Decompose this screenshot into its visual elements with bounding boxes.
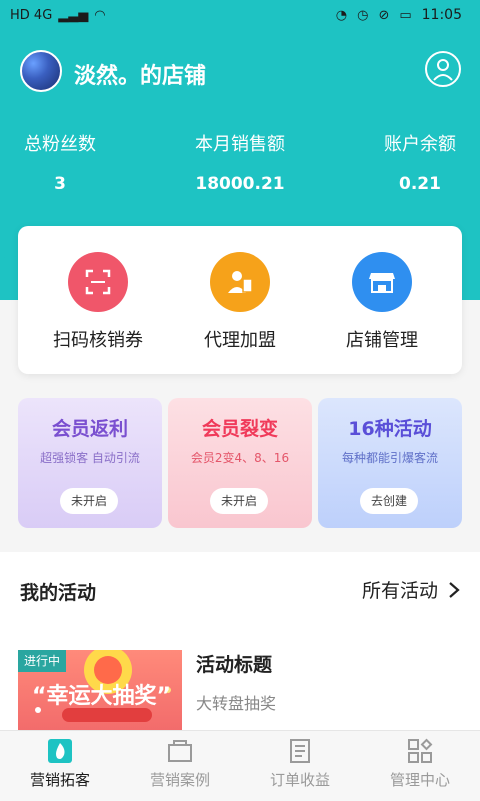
activity-subtitle: 大转盘抽奖 bbox=[196, 694, 277, 713]
tab-label: 管理中心 bbox=[389, 771, 450, 789]
status-time: 11:05 bbox=[421, 7, 462, 23]
tab-label: 营销拓客 bbox=[29, 771, 90, 789]
my-activities-section: 我的活动 所有活动 进行中 “幸运大抽奖” 活动标题 大转盘抽奖 bbox=[0, 552, 480, 732]
tab-marketing[interactable]: 营销拓客 bbox=[0, 737, 120, 790]
activity-title[interactable]: 活动标题 bbox=[196, 650, 272, 677]
quick-action-agent[interactable]: 代理加盟 bbox=[166, 252, 314, 352]
stat-balance[interactable]: 账户余额 0.21 bbox=[340, 130, 480, 194]
order-icon bbox=[286, 737, 314, 765]
scan-icon bbox=[68, 252, 128, 312]
quick-action-label: 代理加盟 bbox=[204, 330, 276, 351]
avatar[interactable] bbox=[20, 50, 62, 92]
promo-subtitle: 会员2变4、8、16 bbox=[190, 451, 290, 465]
quick-action-label: 店铺管理 bbox=[346, 330, 418, 351]
stat-label: 总粉丝数 bbox=[24, 134, 96, 155]
quick-action-scan[interactable]: 扫码核销券 bbox=[24, 252, 172, 352]
quick-actions-card: 扫码核销券 代理加盟 店铺管理 bbox=[18, 226, 462, 374]
activity-thumbnail[interactable]: 进行中 “幸运大抽奖” bbox=[18, 650, 182, 732]
tab-label: 营销案例 bbox=[149, 771, 210, 789]
all-activities-label: 所有活动 bbox=[361, 580, 438, 602]
stat-value: 0.21 bbox=[399, 174, 441, 194]
network-indicator: HD 4G bbox=[10, 8, 53, 23]
activity-status-badge: 进行中 bbox=[18, 650, 67, 672]
promo-title: 会员返利 bbox=[51, 418, 128, 440]
tab-cases[interactable]: 营销案例 bbox=[120, 737, 240, 790]
quick-action-label: 扫码核销券 bbox=[53, 330, 143, 351]
agent-icon bbox=[210, 252, 270, 312]
stat-followers[interactable]: 总粉丝数 3 bbox=[0, 130, 140, 194]
stat-value: 3 bbox=[54, 174, 66, 194]
quick-action-store[interactable]: 店铺管理 bbox=[308, 252, 456, 352]
store-icon bbox=[352, 252, 412, 312]
tab-label: 订单收益 bbox=[269, 771, 330, 789]
grid-icon bbox=[406, 737, 434, 765]
wifi-icon: ◠ bbox=[94, 8, 106, 23]
status-bar: HD 4G ▂▃▅ ◠ ◔ ◷ ⊘ ▭ 11:05 bbox=[0, 0, 480, 32]
tab-management[interactable]: 管理中心 bbox=[360, 737, 480, 790]
promo-member-rebate[interactable]: 会员返利 超强锁客 自动引流 未开启 bbox=[18, 398, 162, 528]
stat-monthly-sales[interactable]: 本月销售额 18000.21 bbox=[160, 130, 320, 194]
all-activities-link[interactable]: 所有活动 bbox=[362, 576, 460, 603]
signal-icon: ▂▃▅ bbox=[58, 8, 89, 23]
section-title: 我的活动 bbox=[20, 582, 97, 604]
promo-button[interactable]: 未开启 bbox=[60, 488, 118, 514]
shop-stats: 总粉丝数 3 本月销售额 18000.21 账户余额 0.21 bbox=[0, 130, 480, 200]
chevron-right-icon bbox=[449, 581, 460, 598]
mute-icon: ⊘ bbox=[378, 7, 390, 23]
tab-orders[interactable]: 订单收益 bbox=[240, 737, 360, 790]
promo-member-fission[interactable]: 会员裂变 会员2变4、8、16 未开启 bbox=[168, 398, 312, 528]
flame-icon bbox=[46, 737, 74, 765]
promo-activities[interactable]: 16种活动 每种都能引爆客流 去创建 bbox=[318, 398, 462, 528]
promo-button[interactable]: 去创建 bbox=[360, 488, 418, 514]
stat-value: 18000.21 bbox=[195, 174, 285, 194]
shop-header: 淡然。的店铺 bbox=[0, 42, 480, 102]
bottom-tab-bar: 营销拓客 营销案例 订单收益 管理中心 bbox=[0, 730, 480, 801]
battery-icon: ▭ bbox=[399, 7, 412, 23]
case-icon bbox=[166, 737, 194, 765]
promo-title: 16种活动 bbox=[348, 418, 432, 440]
promo-title: 会员裂变 bbox=[201, 418, 278, 440]
headset-icon: ◔ bbox=[335, 7, 348, 23]
activity-thumb-text: “幸运大抽奖” bbox=[32, 684, 171, 709]
user-profile-icon[interactable] bbox=[424, 50, 462, 88]
shop-title: 淡然。的店铺 bbox=[74, 64, 207, 89]
stat-label: 账户余额 bbox=[384, 134, 456, 155]
alarm-icon: ◷ bbox=[357, 7, 369, 23]
promo-button[interactable]: 未开启 bbox=[210, 488, 268, 514]
promo-subtitle: 每种都能引爆客流 bbox=[341, 451, 438, 465]
stat-label: 本月销售额 bbox=[195, 134, 285, 155]
promo-subtitle: 超强锁客 自动引流 bbox=[40, 451, 140, 465]
